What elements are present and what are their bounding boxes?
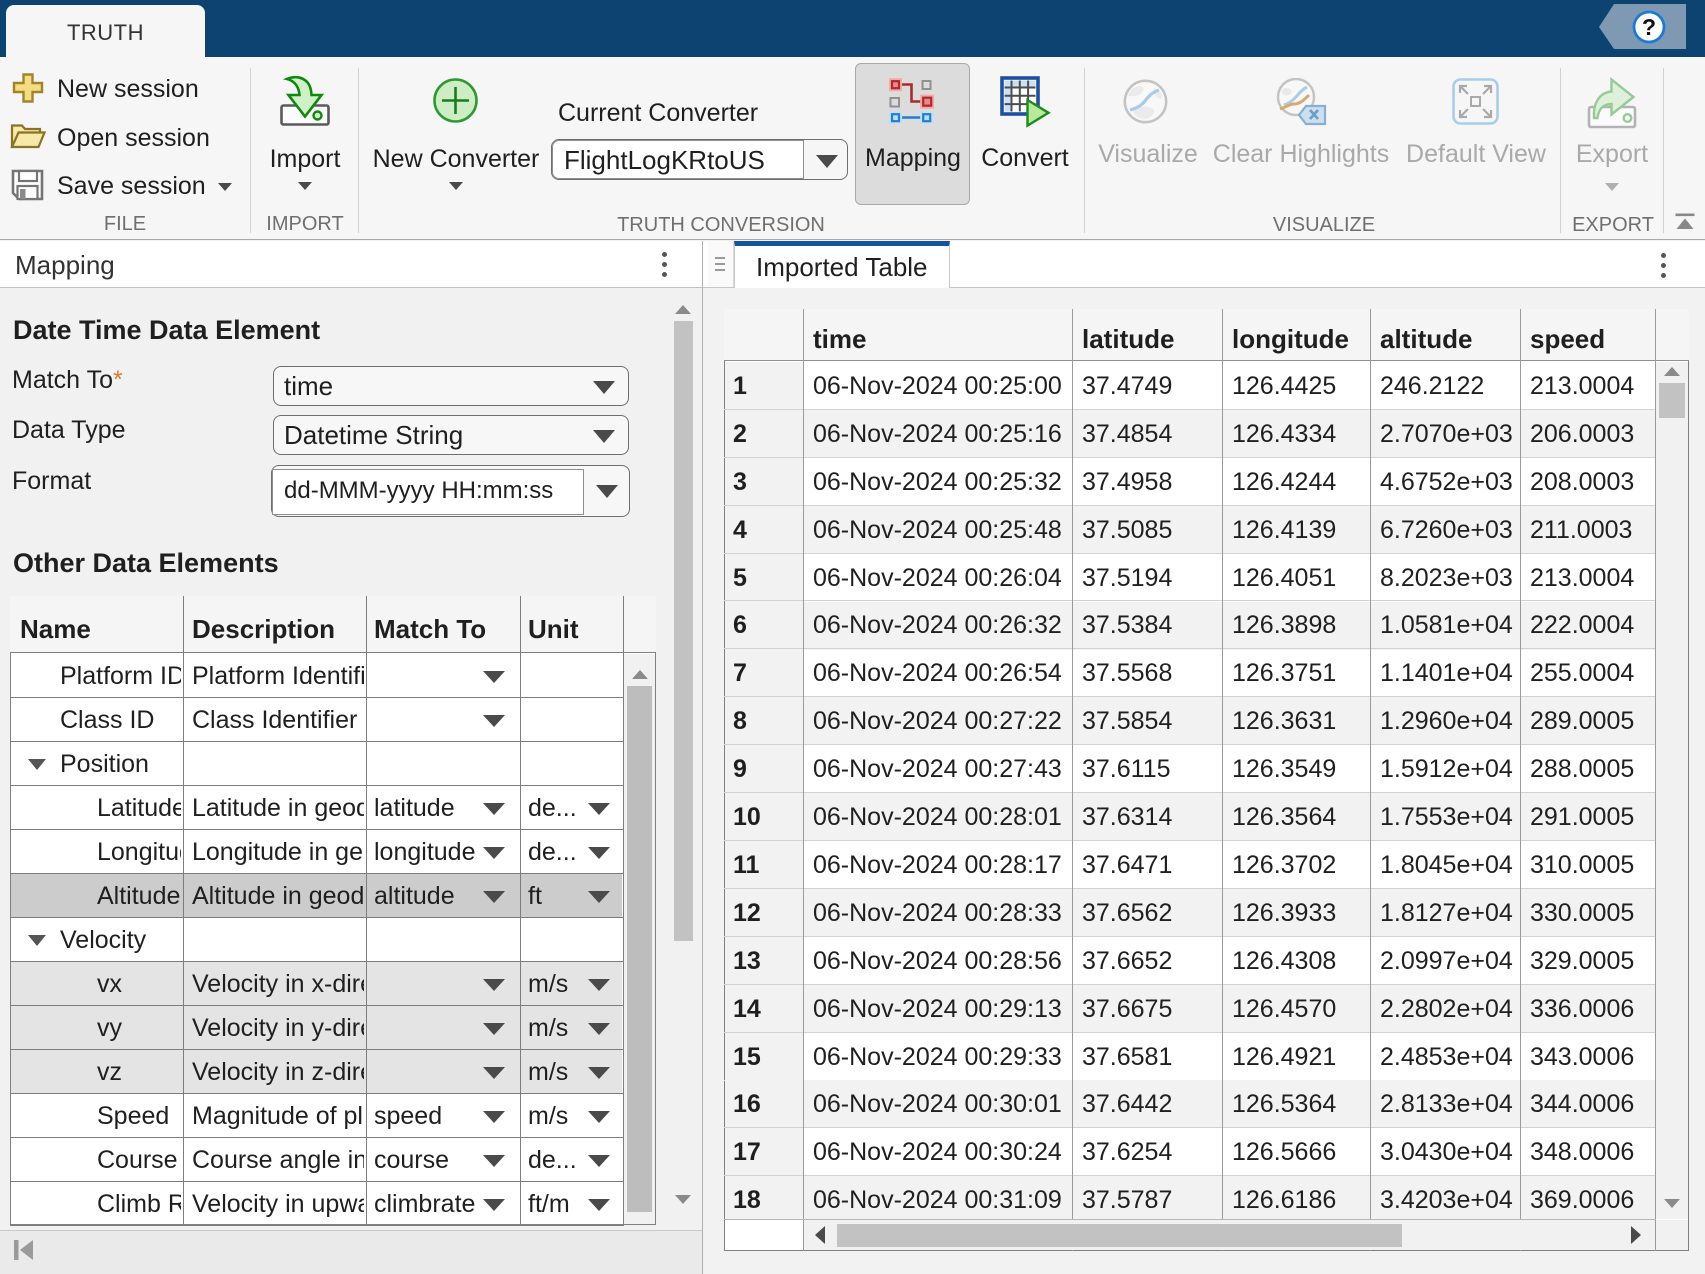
- svg-text:?: ?: [1642, 14, 1656, 40]
